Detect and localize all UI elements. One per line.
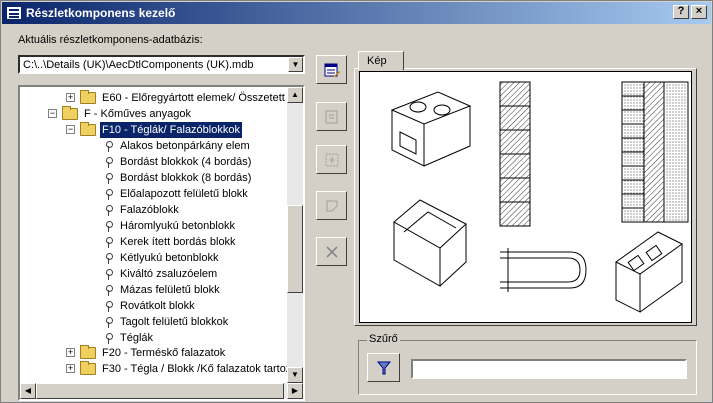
edit-database-button[interactable] <box>316 55 347 84</box>
collapse-icon[interactable]: − <box>48 109 57 118</box>
title-bar: Részletkomponens kezelő ? × <box>2 2 711 24</box>
component-icon <box>102 236 113 248</box>
tree-item-label: Előalapozott felületű blokk <box>120 188 248 200</box>
window-title: Részletkomponens kezelő <box>26 6 176 20</box>
folder-icon <box>80 90 96 104</box>
close-button[interactable]: × <box>691 5 707 19</box>
tree-item-label: Téglák <box>120 332 154 344</box>
u-channel-block-drawing <box>393 199 467 287</box>
tree-item-label: Kerek ített bordás blokk <box>120 236 236 248</box>
wall-section-drawing <box>621 81 689 223</box>
chevron-down-icon[interactable]: ▼ <box>288 57 303 72</box>
tree-item-label: Bordást blokkok (8 bordás) <box>120 172 252 184</box>
tab-kep[interactable]: Kép <box>358 51 404 70</box>
component-icon <box>102 204 113 216</box>
scroll-left-button[interactable]: ◀ <box>20 383 36 399</box>
new-component-button[interactable] <box>316 102 347 131</box>
component-icon <box>102 332 113 344</box>
filter-input[interactable] <box>411 359 687 379</box>
tree-item-label: Falazóblokk <box>120 204 179 216</box>
expand-icon[interactable]: + <box>66 348 75 357</box>
help-button[interactable]: ? <box>673 5 689 19</box>
preview-drawings <box>390 81 689 313</box>
component-icon <box>102 172 113 184</box>
folder-icon <box>80 361 96 375</box>
tree-item-label: Tagolt felületű blokkok <box>120 316 229 328</box>
edit-icon <box>326 200 338 212</box>
hscroll-thumb[interactable] <box>36 383 284 399</box>
scroll-down-button[interactable]: ▼ <box>287 367 303 383</box>
scroll-right-button[interactable]: ▶ <box>287 383 303 399</box>
new-group-icon <box>325 153 339 167</box>
hollow-block-drawing <box>390 91 472 167</box>
scroll-thumb[interactable] <box>287 205 303 293</box>
component-icon <box>102 252 113 264</box>
tree-item-label: F20 - Terméskő falazatok <box>102 347 226 359</box>
hatched-column-drawing <box>499 81 531 227</box>
tree-item-label-selected: F10 - Téglák/ Falazóblokkok <box>100 122 242 138</box>
component-icon <box>102 300 113 312</box>
funnel-icon <box>376 361 392 375</box>
component-icon <box>102 316 113 328</box>
delete-icon <box>326 246 338 258</box>
collapse-icon[interactable]: − <box>66 125 75 134</box>
tree-item-label: Alakos betonpárkány elem <box>120 140 250 152</box>
component-manager-window: Részletkomponens kezelő ? × Aktuális rés… <box>0 0 713 403</box>
database-edit-icon <box>324 63 340 77</box>
folder-open-icon <box>62 106 78 120</box>
component-icon <box>102 268 113 280</box>
delete-button[interactable] <box>316 237 347 266</box>
component-icon <box>102 188 113 200</box>
component-tree[interactable]: + E60 - Előregyártott elemek/ Összetett … <box>18 85 305 401</box>
tree-item-label: Bordást blokkok (4 bordás) <box>120 156 252 168</box>
component-icon <box>102 140 113 152</box>
lintel-section-drawing <box>500 248 587 292</box>
filter-button[interactable] <box>367 353 400 382</box>
component-icon <box>102 220 113 232</box>
database-value: C:\..\Details (UK)\AecDtlComponents (UK)… <box>23 59 254 71</box>
component-icon <box>102 284 113 296</box>
scroll-up-button[interactable]: ▲ <box>287 87 303 103</box>
component-preview <box>359 71 692 323</box>
hollow-block-2-drawing <box>615 231 683 313</box>
tree-item-label: Mázas felületű blokk <box>120 284 220 296</box>
edit-component-button[interactable] <box>316 191 347 220</box>
new-group-button[interactable] <box>316 145 347 174</box>
filter-label: Szűrő <box>367 333 400 345</box>
expand-icon[interactable]: + <box>66 93 75 102</box>
database-combo[interactable]: C:\..\Details (UK)\AecDtlComponents (UK)… <box>18 55 305 74</box>
tree-item-label: F30 - Tégla / Blokk /Kő falazatok tartoz <box>102 363 292 375</box>
component-icon <box>102 156 113 168</box>
tree-item-label: F - Kőműves anyagok <box>84 108 191 120</box>
database-label: Aktuális részletkomponens-adatbázis: <box>18 34 203 46</box>
folder-open-icon <box>80 122 96 136</box>
tree-item-label: Háromlyukú betonblokk <box>120 220 235 232</box>
tree-item-label: Kiváltó zsaluzóelem <box>120 268 218 280</box>
horizontal-scrollbar[interactable]: ◀ ▶ <box>20 383 303 399</box>
expand-icon[interactable]: + <box>66 364 75 373</box>
new-component-icon <box>325 110 338 124</box>
tree-item-label: E60 - Előregyártott elemek/ Összetett be <box>102 92 301 104</box>
app-icon <box>6 6 22 20</box>
tree-item-label: Rovátkolt blokk <box>120 300 195 312</box>
tree-item-label: Kétlyukú betonblokk <box>120 252 219 264</box>
folder-icon <box>80 345 96 359</box>
vertical-scrollbar[interactable]: ▲ ▼ <box>287 87 303 383</box>
